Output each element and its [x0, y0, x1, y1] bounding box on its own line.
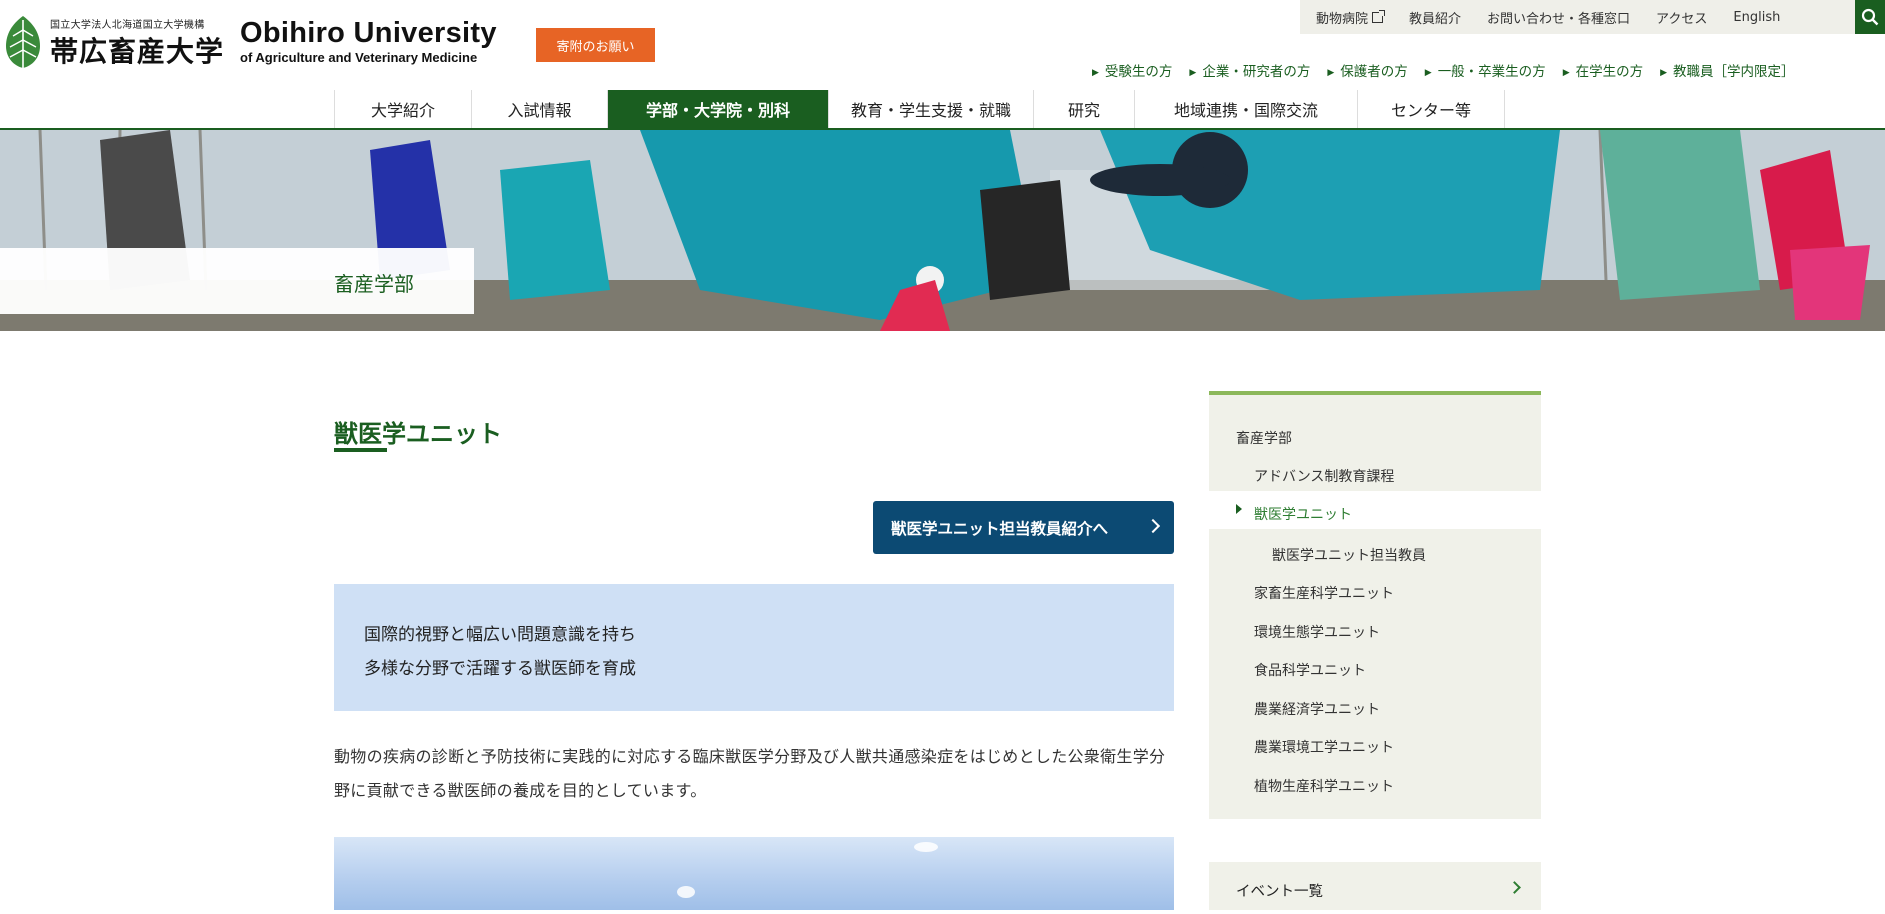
lead-line-2: 多様な分野で活躍する獣医師を育成: [364, 659, 636, 679]
chevron-right-icon: [1145, 518, 1161, 534]
event-list-label: イベント一覧: [1236, 884, 1323, 900]
utility-link-english[interactable]: English: [1733, 10, 1780, 25]
search-icon: [1861, 8, 1879, 26]
active-arrow-icon: [1236, 504, 1242, 514]
audience-link-companies[interactable]: 企業・研究者の方: [1189, 60, 1310, 80]
audience-link-staff[interactable]: 教職員［学内限定］: [1660, 60, 1795, 80]
nav-item-education[interactable]: 教育・学生支援・就職: [829, 90, 1034, 128]
leaf-logo-icon: [6, 16, 40, 68]
sidebar-nav: 畜産学部 アドバンス制教育課程 獣医学ユニット 獣医学ユニット担当教員 家畜生産…: [1209, 391, 1541, 819]
sidebar-item-veterinary-faculty[interactable]: 獣医学ユニット担当教員: [1272, 545, 1426, 565]
sidebar-item-food-science-unit[interactable]: 食品科学ユニット: [1254, 660, 1366, 680]
sidebar-item-veterinary-unit[interactable]: 獣医学ユニット: [1254, 504, 1352, 524]
sidebar-item-livestock-unit[interactable]: 家畜生産科学ユニット: [1254, 583, 1394, 603]
nav-item-about[interactable]: 大学紹介: [335, 90, 472, 128]
logo-english-line-2: of Agriculture and Veterinary Medicine: [240, 50, 478, 65]
donate-button[interactable]: 寄附のお願い: [536, 28, 655, 62]
search-button[interactable]: [1855, 0, 1885, 34]
logo-english-name: Obihiro University of Agriculture and Ve…: [240, 18, 497, 65]
utility-link-access[interactable]: アクセス: [1656, 8, 1707, 27]
audience-nav: 受験生の方 企業・研究者の方 保護者の方 一般・卒業生の方 在学生の方 教職員［…: [1092, 60, 1812, 80]
logo-english-line-1: Obihiro University: [240, 17, 497, 49]
sky-photo: [677, 842, 938, 898]
faculty-intro-button[interactable]: 獣医学ユニット担当教員紹介へ: [873, 501, 1174, 554]
body-text: 動物の疾病の診断と予防技術に実践的に対応する臨床獣医学分野及び人獣共通感染症をは…: [334, 747, 1166, 800]
lead-line-1: 国際的視野と幅広い問題意識を持ち: [364, 625, 636, 645]
utility-nav: 動物病院 教員紹介 お問い合わせ・各種窓口 アクセス English: [1300, 0, 1855, 34]
sidebar-item-agri-engineering-unit[interactable]: 農業環境工学ユニット: [1254, 737, 1394, 757]
lead-box: 国際的視野と幅広い問題意識を持ち 多様な分野で活躍する獣医師を育成: [334, 584, 1174, 711]
audience-link-alumni[interactable]: 一般・卒業生の方: [1425, 60, 1546, 80]
nav-item-admissions[interactable]: 入試情報: [472, 90, 608, 128]
main-nav: 大学紹介 入試情報 学部・大学院・別科 教育・学生支援・就職 研究 地域連携・国…: [334, 90, 1505, 128]
site-logo[interactable]: 国立大学法人北海道国立大学機構 帯広畜産大学: [4, 14, 244, 70]
sidebar-item-faculty-of-animal-science[interactable]: 畜産学部: [1236, 428, 1292, 448]
logo-organization: 国立大学法人北海道国立大学機構: [50, 20, 205, 31]
sidebar-item-ecology-unit[interactable]: 環境生態学ユニット: [1254, 622, 1380, 642]
utility-link-label: 動物病院: [1316, 11, 1369, 27]
chevron-right-icon: [1508, 881, 1521, 894]
content-photo: [334, 837, 1174, 910]
audience-link-applicants[interactable]: 受験生の方: [1092, 60, 1173, 80]
audience-link-parents[interactable]: 保護者の方: [1327, 60, 1408, 80]
title-underline: [334, 448, 387, 452]
external-link-icon: [1372, 9, 1386, 23]
sidebar-item-advance-course[interactable]: アドバンス制教育課程: [1254, 466, 1394, 486]
sidebar-item-agri-economics-unit[interactable]: 農業経済学ユニット: [1254, 699, 1380, 719]
sidebar-item-plant-science-unit[interactable]: 植物生産科学ユニット: [1254, 776, 1394, 796]
nav-item-research[interactable]: 研究: [1034, 90, 1135, 128]
faculty-intro-button-label: 獣医学ユニット担当教員紹介へ: [891, 519, 1109, 538]
utility-link-contact[interactable]: お問い合わせ・各種窓口: [1487, 8, 1630, 27]
audience-link-students[interactable]: 在学生の方: [1563, 60, 1644, 80]
utility-link-faculty[interactable]: 教員紹介: [1409, 8, 1461, 27]
hero-label: 畜産学部: [334, 272, 414, 296]
event-list-link[interactable]: イベント一覧: [1209, 862, 1541, 910]
hero-label-box: 畜産学部: [0, 248, 474, 314]
nav-item-faculties[interactable]: 学部・大学院・別科: [608, 90, 829, 128]
hero-banner: 畜産学部: [0, 130, 1885, 331]
nav-item-community[interactable]: 地域連携・国際交流: [1135, 90, 1358, 128]
logo-japanese-name: 帯広畜産大学: [50, 35, 225, 68]
logo-wordmark: 国立大学法人北海道国立大学機構 帯広畜産大学: [50, 14, 244, 70]
page-title: 獣医学ユニット: [334, 420, 502, 449]
utility-link-animal-hospital[interactable]: 動物病院: [1316, 8, 1386, 27]
nav-item-centers[interactable]: センター等: [1358, 90, 1505, 128]
